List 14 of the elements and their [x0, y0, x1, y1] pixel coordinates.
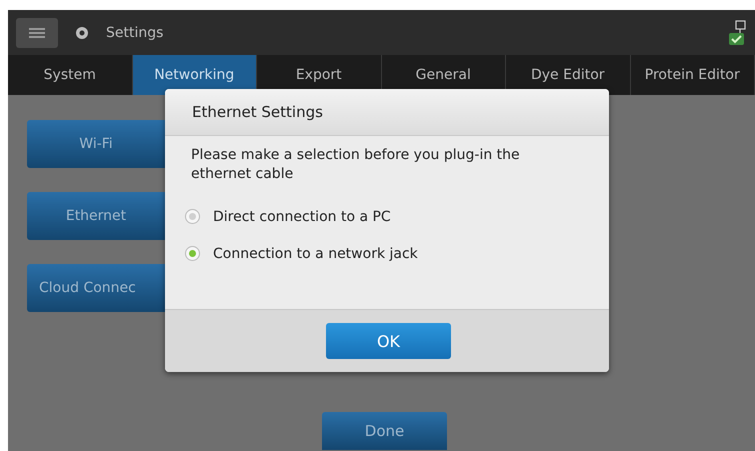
dialog-title: Ethernet Settings [192, 103, 323, 121]
app-title: Settings [106, 24, 164, 40]
device-check-icon[interactable] [727, 20, 747, 46]
ok-button[interactable]: OK [326, 323, 451, 359]
radio-label[interactable]: Connection to a network jack [213, 246, 418, 262]
menu-icon [29, 26, 45, 38]
menu-button[interactable] [16, 18, 58, 48]
done-button[interactable]: Done [322, 412, 447, 450]
network-option-button[interactable]: Cloud Connec [27, 264, 165, 312]
network-option-button[interactable]: Ethernet [27, 192, 165, 240]
radio-button[interactable] [185, 209, 200, 224]
radio-label[interactable]: Direct connection to a PC [213, 208, 391, 224]
radio-button[interactable] [185, 246, 200, 261]
dialog-message: Please make a selection before you plug-in the ethernet cable [191, 146, 521, 184]
